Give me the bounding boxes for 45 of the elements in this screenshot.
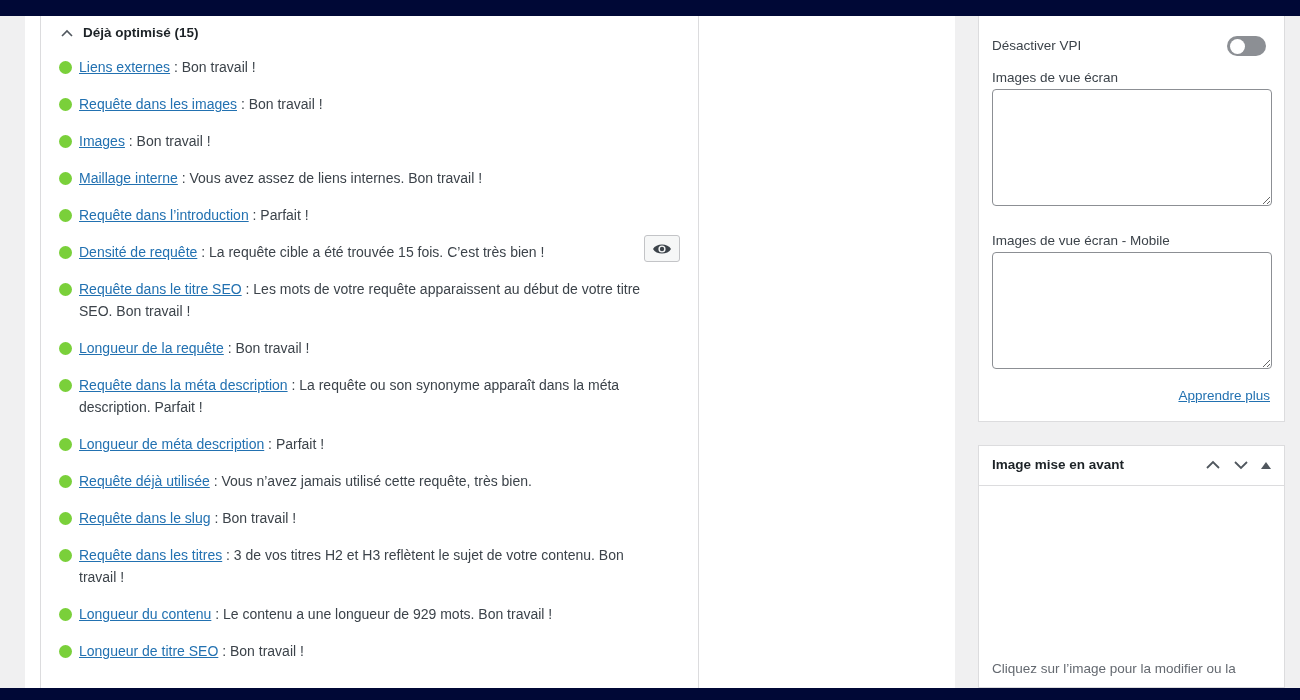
check-result: Requête dans le titre SEO : Les mots de votre requête apparaissent au début de votre titre SEO. Bon travail ! bbox=[79, 280, 642, 321]
check-result: Maillage interne : Vous avez assez de liens internes. Bon travail ! bbox=[79, 169, 484, 188]
text-area[interactable] bbox=[992, 252, 1272, 370]
check-result: Requête dans la méta description : La requête ou son synonyme apparaît dans la méta description. Parfait ! bbox=[79, 376, 621, 417]
check-link[interactable]: Liens externes bbox=[79, 59, 171, 75]
check-link[interactable]: Longueur de méta description bbox=[79, 436, 265, 452]
field-label: Images de vue écran bbox=[992, 69, 1120, 88]
move-down-icon[interactable] bbox=[1233, 460, 1249, 470]
check-link[interactable]: Images bbox=[79, 133, 125, 149]
check-link[interactable]: Longueur de titre SEO bbox=[79, 643, 219, 659]
hint-text: Cliquez sur l’image pour la modifier ou la bbox=[991, 659, 1237, 678]
check-link[interactable]: Requête déjà utilisée bbox=[79, 473, 210, 489]
check-link[interactable]: Longueur du contenu bbox=[79, 606, 212, 622]
check-link[interactable]: Maillage interne bbox=[79, 170, 178, 186]
check-link[interactable]: Requête dans le slug bbox=[79, 510, 211, 526]
check-link[interactable]: Requête dans le titre SEO bbox=[79, 281, 242, 297]
text-area[interactable] bbox=[992, 89, 1272, 207]
collapse-icon[interactable] bbox=[1261, 461, 1271, 469]
check-result: Longueur de titre SEO : Bon travail ! bbox=[79, 642, 305, 661]
check-link[interactable]: Requête dans la méta description bbox=[79, 377, 288, 393]
check-result: Longueur du contenu : Le contenu a une longueur de 929 mots. Bon travail ! bbox=[79, 605, 554, 624]
chevron-icon[interactable] bbox=[61, 29, 73, 37]
check-result: Requête déjà utilisée : Vous n’avez jamais utilisé cette requête, très bien. bbox=[79, 472, 533, 491]
panel-title: Image mise en avant bbox=[992, 455, 1125, 474]
check-result: Longueur de méta description : Parfait ! bbox=[79, 435, 326, 454]
field-label: Images de vue écran - Mobile bbox=[992, 232, 1171, 251]
section-heading: Déjà optimisé (15) bbox=[83, 23, 199, 42]
check-result: Liens externes : Bon travail ! bbox=[79, 58, 257, 77]
check-result: Densité de requête : La requête cible a été trouvée 15 fois. C’est très bien ! bbox=[79, 243, 546, 262]
learn-more-link[interactable]: Apprendre plus bbox=[1178, 386, 1270, 407]
toggle-switch[interactable] bbox=[1227, 36, 1266, 57]
check-result: Requête dans l’introduction : Parfait ! bbox=[79, 206, 310, 225]
check-result: Requête dans les titres : 3 de vos titres H2 et H3 reflètent le sujet de votre contenu. Bon travail ! bbox=[79, 546, 625, 587]
check-result: Longueur de la requête : Bon travail ! bbox=[79, 339, 311, 358]
eye-button[interactable] bbox=[644, 235, 680, 262]
check-link[interactable]: Requête dans l’introduction bbox=[79, 207, 249, 223]
check-result: Requête dans le slug : Bon travail ! bbox=[79, 509, 298, 528]
check-result: Requête dans les images : Bon travail ! bbox=[79, 95, 324, 114]
check-link[interactable]: Requête dans les titres bbox=[79, 547, 223, 563]
check-link[interactable]: Requête dans les images bbox=[79, 96, 237, 112]
check-link[interactable]: Densité de requête bbox=[79, 244, 198, 260]
check-result: Images : Bon travail ! bbox=[79, 132, 212, 151]
toggle-label: Désactiver VPI bbox=[992, 37, 1082, 55]
check-link[interactable]: Longueur de la requête bbox=[79, 340, 224, 356]
move-up-icon[interactable] bbox=[1205, 460, 1221, 470]
